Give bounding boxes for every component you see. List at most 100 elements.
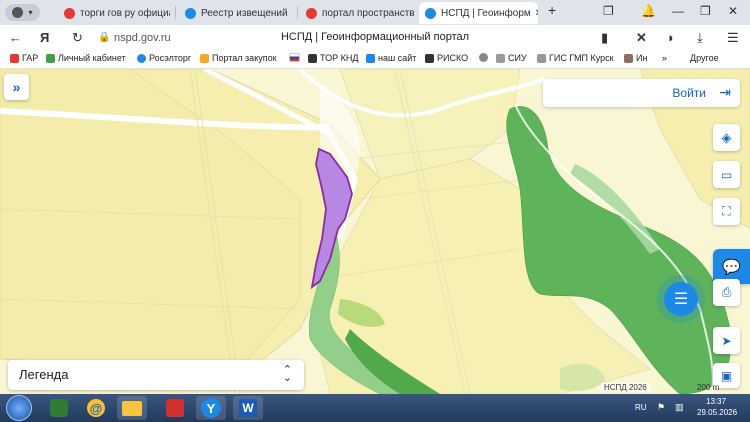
shield-icon [185,7,196,19]
area-select-icon[interactable]: ⛶ [713,198,740,225]
ruler-icon[interactable]: ▭ [713,161,740,188]
bookmark-flag[interactable] [289,53,303,62]
tab-separator [175,6,176,19]
gear-icon [479,53,488,62]
network-icon[interactable]: ▥ [675,402,684,413]
bookmark-label: РИСКО [437,53,469,63]
login-bar: Войти ⇥ [543,79,740,107]
cloud-icon [366,53,375,63]
bookmark-label: Портал закупок [212,53,277,63]
map-layers [0,69,750,394]
list-icon: ☰ [664,282,698,316]
legend-panel[interactable]: Легенда ⌃ ⌄ [8,360,304,390]
downloads-icon[interactable]: ⤓ [697,30,703,46]
bookmarks-overflow[interactable]: » [662,53,667,63]
tab-nspd[interactable]: НСПД | Геоинформ ✕ [419,2,538,24]
globe-icon [425,7,436,19]
russia-flag-icon [289,53,300,62]
clock-date: 29.05.2026 [697,408,738,417]
map-attribution: НСПД 2026 [601,383,650,392]
print-icon[interactable]: ⎙ [713,279,740,306]
navigation-icon[interactable]: ➤ [713,327,740,354]
bookmark-zakupki[interactable]: Портал закупок [200,53,277,63]
close-icon[interactable]: ✕ [535,8,538,19]
yandex-browser-icon[interactable]: Y [196,396,226,420]
bookmark-gear[interactable] [479,53,491,62]
siu-icon [496,53,505,63]
bookmark-cabinet[interactable]: Личный кабинет [46,53,126,63]
mail-icon[interactable]: @ [81,396,111,420]
clock-time: 13:37 [706,397,727,406]
risko-icon [425,53,434,63]
expand-icon[interactable]: ⌃ ⌄ [283,365,292,384]
browser-tabbar: ▾ торги гов ру официал Реестр извещений … [0,0,750,25]
bookmarks-other[interactable]: Другое [690,53,719,63]
menu-icon[interactable]: ☰ [727,30,739,46]
back-icon[interactable]: ← [9,30,22,45]
browser-menu-icon [12,7,24,18]
bookmark-label: ТОР КНД [320,53,359,63]
extension-icon[interactable]: ✕ [636,30,647,46]
bookmark-label: Личный кабинет [58,53,126,63]
start-button[interactable] [6,395,32,421]
language-indicator[interactable]: RU [635,403,647,412]
tab-torgi[interactable]: торги гов ру официал [58,2,170,24]
bookmark-gar[interactable]: ГАР [10,53,38,63]
explorer-icon[interactable] [117,396,147,420]
login-button[interactable]: Войти [672,86,706,100]
main-menu-fab[interactable]: ☰ [657,275,705,323]
chevron-down-icon: ▾ [28,8,33,17]
bookmark-label: Ин [636,53,648,63]
tab-label: торги гов ру официал [80,7,170,19]
emblem-icon [200,53,209,63]
tab-collections-icon[interactable]: ❐ [603,4,614,18]
tab-label: Реестр извещений [201,7,288,19]
tab-portal[interactable]: портал пространств [300,2,415,24]
bookmark-label: Росэлторг [149,53,192,63]
url-field[interactable]: nspd.gov.ru [114,32,171,44]
notifications-icon[interactable]: 🔔 [641,4,656,18]
bookmark-icon[interactable]: ▮ [601,30,608,46]
minimize-icon[interactable]: — [672,4,684,18]
roseltorg-icon [137,53,146,63]
yandex-icon [64,7,75,19]
windows-taskbar: @ Y W RU ⚑ ▥ 13:37 29.05.2026 [0,394,750,422]
bookmarks-bar: ГАР Личный кабинет Росэлторг Портал заку… [0,50,750,69]
map-canvas[interactable]: » Войти ⇥ ◈ ▭ ⛶ 💬 ⎙ ➤ ▣ ☰ Легенда ⌃ ⌄ НСП… [0,69,750,394]
login-icon[interactable]: ⇥ [719,84,731,101]
restore-icon[interactable]: ❐ [700,4,711,18]
tab-label: НСПД | Геоинформ [441,7,531,19]
pdf-reader-icon[interactable] [160,396,190,420]
new-tab-button[interactable]: + [548,2,556,18]
tor-icon [308,53,317,63]
gosuslugi-icon [46,53,55,63]
legend-label: Легенда [19,367,69,382]
close-window-icon[interactable]: ✕ [728,4,738,18]
yandex-icon [306,7,317,19]
document-icon [537,53,546,63]
tab-separator [297,6,298,19]
emblem-icon [624,53,633,63]
vpn-icon[interactable]: ◗ [667,30,675,45]
bookmark-site[interactable]: наш сайт [366,53,416,63]
tab-group-pill[interactable]: ▾ [5,3,40,22]
address-bar: ← Я ↻ 🔒 nspd.gov.ru НСПД | Геоинформацио… [0,25,750,50]
bookmark-tor-knd[interactable]: ТОР КНД [308,53,358,63]
bookmark-risko[interactable]: РИСКО [425,53,468,63]
kaspersky-icon[interactable] [44,396,74,420]
tray-flag-icon[interactable]: ⚑ [657,402,665,413]
bookmark-label: Другое [690,53,719,63]
bookmark-label: ГИС ГМП Курск [549,53,614,63]
scale-bar: 200 m [697,383,720,392]
tab-reestr[interactable]: Реестр извещений [179,2,293,24]
expand-panel-button[interactable]: » [4,74,29,100]
yandex-home-icon[interactable]: Я [40,30,49,45]
bookmark-other-site[interactable]: Ин [624,53,647,63]
layers-icon[interactable]: ◈ [713,124,740,151]
word-icon[interactable]: W [233,396,263,420]
bookmark-gis-gmp[interactable]: ГИС ГМП Курск [537,53,614,63]
bookmark-label: наш сайт [378,53,417,63]
bookmark-siu[interactable]: СИУ [496,53,527,63]
reload-icon[interactable]: ↻ [72,30,83,46]
bookmark-roseltorg[interactable]: Росэлторг [137,53,191,63]
